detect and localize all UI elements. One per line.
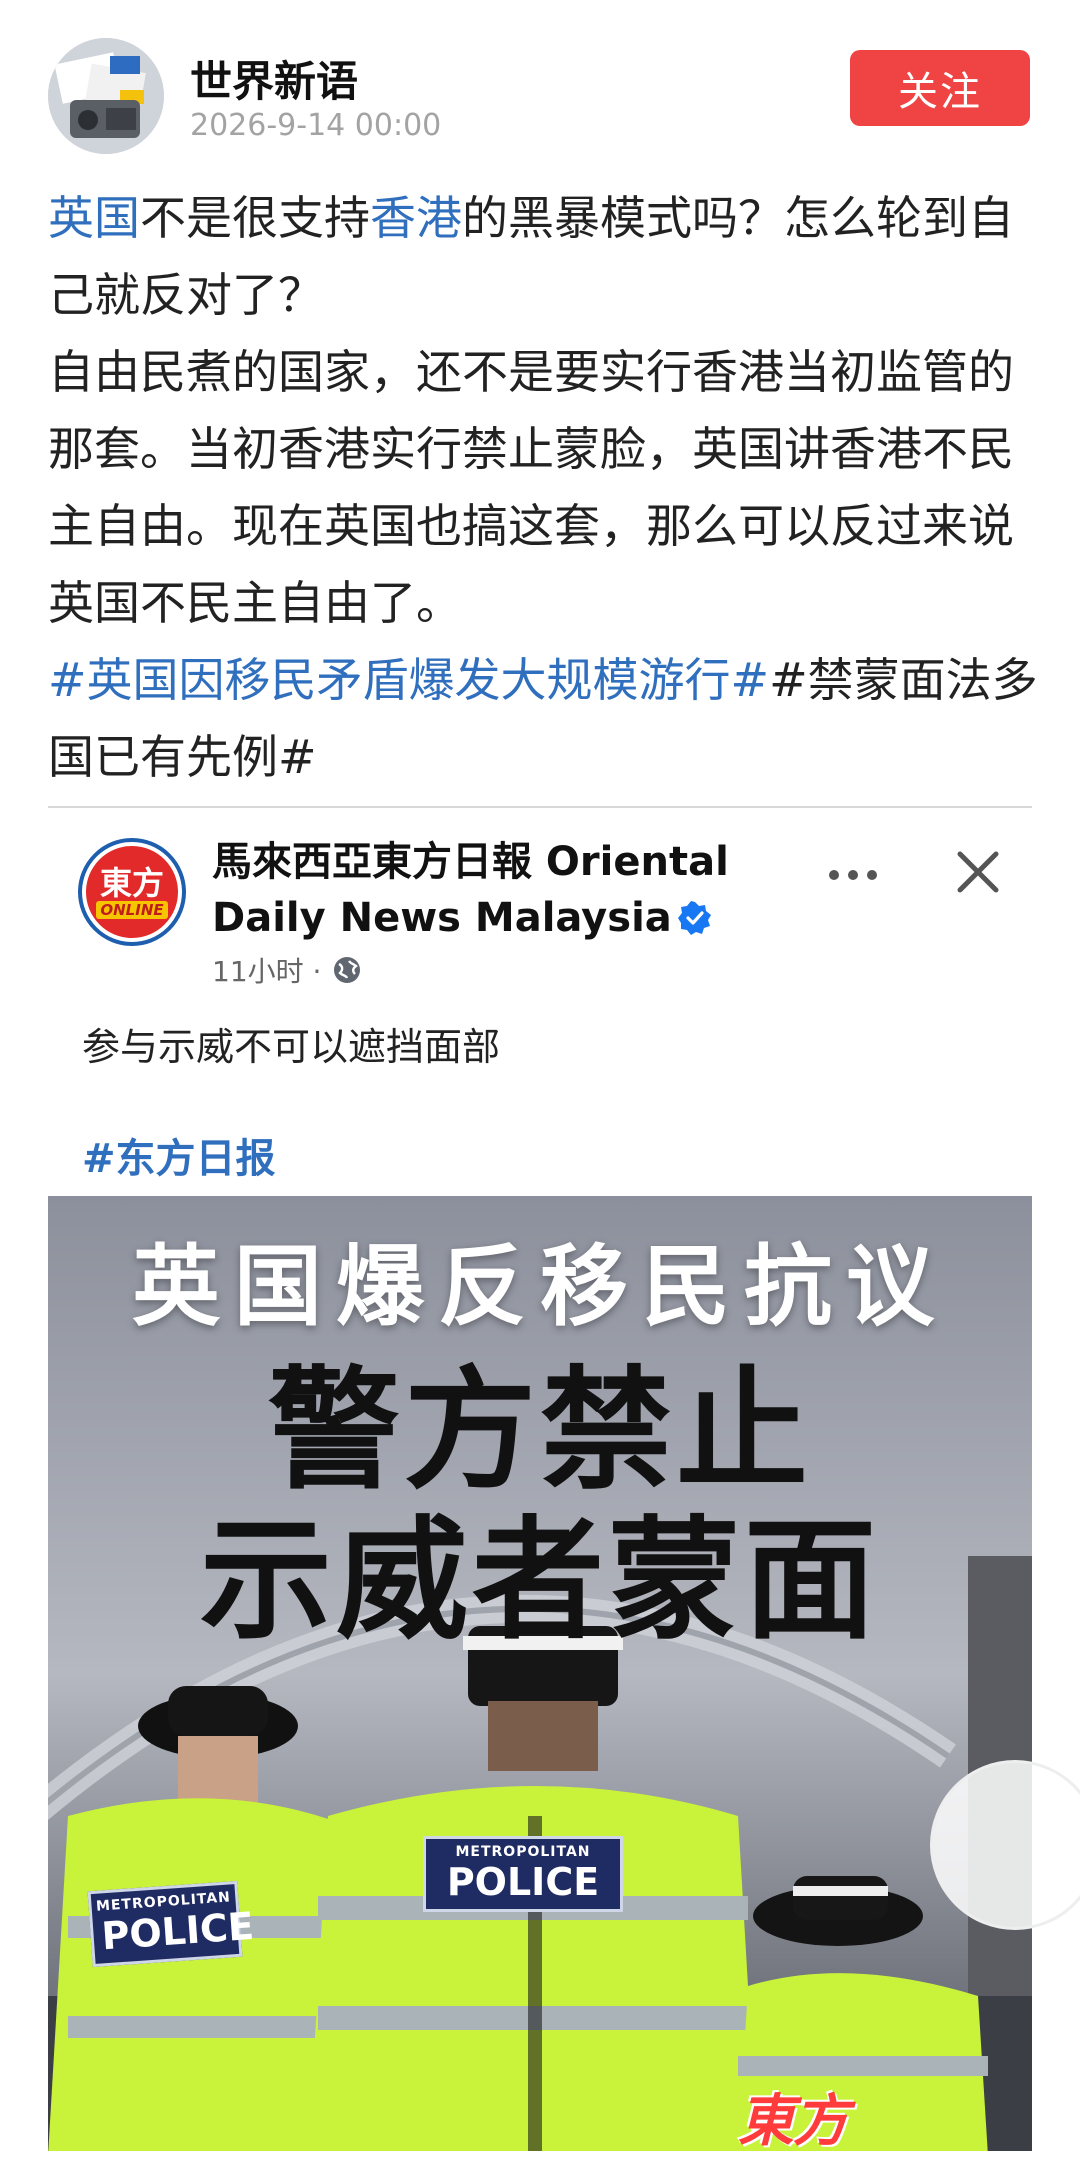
page-name[interactable]: 馬來西亞東方日報 Oriental Daily News Malaysia: [212, 834, 812, 946]
more-options-icon[interactable]: [818, 860, 888, 890]
post-time: 2026-9-14 00:00: [190, 108, 442, 143]
headline-top: 英国爆反移民抗议: [131, 1235, 948, 1338]
headline-main-line-2: 示威者蒙面: [200, 1504, 880, 1658]
police-badge-big-text: POLICE: [100, 1903, 256, 1959]
news-image[interactable]: 英国爆反移民抗议 警方禁止 示威者蒙面 METROPOLITAN POLICE …: [48, 1196, 1032, 2151]
page-logo-subtext: ONLINE: [96, 901, 168, 919]
post-body: 英国不是很支持香港的黑暴模式吗？怎么轮到自己就反对了？ 自由民煮的国家，还不是要…: [48, 180, 1038, 796]
headline-main: 警方禁止 示威者蒙面: [48, 1356, 1032, 1656]
embedded-post-card[interactable]: 東方 ONLINE 馬來西亞東方日報 Oriental Daily News M…: [48, 806, 1032, 2151]
page-name-text: 馬來西亞東方日報 Oriental Daily News Malaysia: [212, 839, 729, 941]
avatar-image: [48, 38, 164, 154]
post-paragraph-3: #英国因移民矛盾爆发大规模游行##禁蒙面法多国已有先例#: [48, 642, 1038, 796]
close-icon[interactable]: [948, 842, 1008, 902]
card-text: 参与示威不可以遮挡面部: [82, 1025, 501, 1069]
post-header: 世界新语 2026-9-14 00:00 关注: [0, 0, 1080, 160]
police-badge-middle: METROPOLITAN POLICE: [423, 1836, 623, 1912]
post-text: 不是很支持: [140, 191, 370, 245]
avatar[interactable]: [48, 38, 164, 154]
post-paragraph-1: 英国不是很支持香港的黑暴模式吗？怎么轮到自己就反对了？: [48, 180, 1038, 334]
police-badge-big-text: POLICE: [446, 1860, 600, 1904]
watermark-logo: 東方ONLINE: [738, 2089, 849, 2151]
headline-main-line-1: 警方禁止: [268, 1354, 812, 1508]
hashtag-link[interactable]: #英国因移民矛盾爆发大规模游行#: [48, 653, 769, 707]
page-logo-inner: 東方 ONLINE: [86, 846, 178, 938]
card-timestamp: 11小时 ·: [212, 950, 363, 990]
follow-button[interactable]: 关注: [850, 50, 1030, 126]
police-badge-left: METROPOLITAN POLICE: [87, 1880, 256, 1968]
card-time-text: 11小时 ·: [212, 955, 322, 988]
police-badge-small-text: METROPOLITAN: [455, 1844, 591, 1860]
topic-link-hk[interactable]: 香港: [370, 191, 462, 245]
author-name[interactable]: 世界新语: [190, 48, 358, 109]
post-paragraph-2: 自由民煮的国家，还不是要实行香港当初监管的那套。当初香港实行禁止蒙脸，英国讲香港…: [48, 345, 1014, 630]
verified-icon: [677, 901, 711, 935]
globe-icon: [334, 957, 361, 983]
card-hashtag[interactable]: #东方日报: [82, 1126, 276, 1184]
topic-link-uk[interactable]: 英国: [48, 191, 140, 245]
page-logo-text: 東方: [99, 864, 164, 902]
page-logo[interactable]: 東方 ONLINE: [78, 838, 186, 946]
